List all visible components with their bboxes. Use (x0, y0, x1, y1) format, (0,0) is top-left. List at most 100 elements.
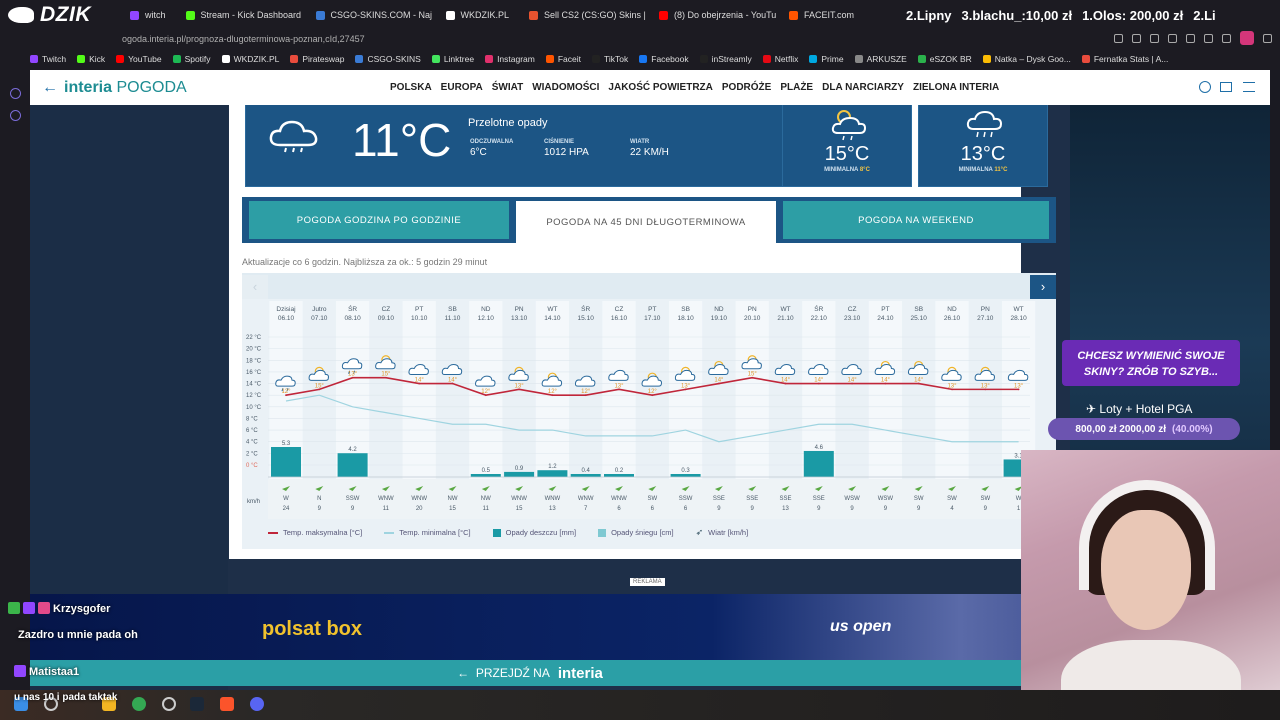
address-bar[interactable]: ogoda.interia.pl/prognoza-dlugoterminowa… (0, 30, 1280, 48)
bookmark-item[interactable]: YouTube (116, 54, 162, 64)
feels-like-value: 6°C (470, 147, 487, 158)
date-label: 17.10 (644, 315, 661, 322)
date-label: 08.10 (344, 315, 361, 322)
chart-header-strip (242, 273, 1056, 299)
forecast-card-1[interactable]: 15°C MINIMALNA 8°C (782, 105, 912, 187)
settings-icon[interactable] (10, 110, 21, 121)
wind-speed: 13 (782, 506, 789, 512)
bookmark-item[interactable]: eSZOK BR (917, 54, 972, 64)
bookmark-item[interactable]: Pirateswap (290, 54, 344, 64)
back-arrow-icon[interactable]: ← (42, 79, 62, 97)
date-label: 24.10 (877, 315, 894, 322)
y-tick-label: 18 °C (246, 358, 262, 364)
max-temp-label: 13° (1014, 383, 1024, 389)
bookmark-item[interactable]: inStreamly (699, 54, 752, 64)
wind-direction: SW (947, 496, 957, 502)
bookmark-item[interactable]: Natka – Dysk Goo... (982, 54, 1071, 64)
legend-label: Temp. minimalna [°C] (399, 528, 471, 537)
nav-link[interactable]: POLSKA (390, 82, 432, 93)
rain-bar (803, 450, 834, 477)
sun-cloud-icon (907, 364, 929, 376)
bookmark-icon[interactable] (1132, 33, 1141, 43)
tab-45-days[interactable]: POGODA NA 45 DNI DŁUGOTERMINOWA (516, 201, 776, 243)
profile-icon[interactable] (1240, 31, 1254, 45)
chat-user-1: Krzysgofer (8, 602, 110, 615)
nav-link[interactable]: JAKOŚĆ POWIETRZA (608, 82, 712, 93)
dzik-logo: DZIK (0, 0, 120, 30)
bookmark-label: Linktree (443, 54, 475, 64)
puzzle-icon[interactable] (1222, 33, 1231, 43)
nav-link[interactable]: PLAŻE (780, 82, 813, 93)
browser-tab[interactable]: witch (120, 0, 176, 30)
discord-icon[interactable] (250, 697, 264, 711)
browser-tab[interactable]: Sell CS2 (CS:GO) Skins | (519, 0, 649, 30)
history-icon[interactable] (10, 88, 21, 99)
bookmark-item[interactable]: Prime (809, 54, 844, 64)
wind-direction: SSE (779, 496, 791, 502)
browser-tab[interactable]: FACEIT.com (779, 0, 864, 30)
bookmark-item[interactable]: Faceit (545, 54, 581, 64)
cloud-icon (574, 375, 596, 387)
reader-icon[interactable] (1114, 33, 1123, 43)
max-temp-label: 14° (814, 378, 824, 384)
legend-item: ➶ Wiatr [km/h] (696, 527, 749, 538)
wind-direction: WNW (511, 496, 527, 502)
tab-hourly[interactable]: POGODA GODZINA PO GODZINIE (249, 201, 509, 239)
browser-tab[interactable]: Stream - Kick Dashboard (176, 0, 306, 30)
bookmark-item[interactable]: Linktree (431, 54, 475, 64)
bookmark-favicon-icon (762, 55, 771, 63)
max-temp-label: 12° (548, 389, 558, 395)
nav-link[interactable]: ŚWIAT (492, 82, 523, 93)
bookmark-item[interactable]: Twitch (30, 54, 66, 64)
bookmark-item[interactable]: Facebook (639, 54, 689, 64)
bookmark-item[interactable]: Instagram (485, 54, 535, 64)
tab-weekend[interactable]: POGODA NA WEEKEND (783, 201, 1049, 239)
day-label: CZ (382, 306, 391, 313)
play-icon[interactable] (1168, 33, 1177, 43)
menu-icon[interactable] (1263, 33, 1272, 43)
rain-bar (670, 474, 701, 477)
wind-speed: 24 (283, 506, 290, 512)
nav-link[interactable]: DLA NARCIARZY (822, 82, 904, 93)
wind-label: WIATR (630, 139, 650, 145)
browser-tab[interactable]: WKDZIK.PL (436, 0, 520, 30)
bookmark-item[interactable]: Kick (77, 54, 105, 64)
heart-icon[interactable] (1186, 33, 1195, 43)
max-temp-label: 15° (381, 372, 391, 378)
interia-pogoda-logo[interactable]: interia POGODA (64, 79, 187, 97)
legend-swatch: ➶ (695, 527, 704, 537)
extension-icon[interactable] (1150, 33, 1159, 43)
bookmark-item[interactable]: TikTok (592, 54, 628, 64)
search-icon[interactable] (1199, 81, 1211, 93)
ticker-entry: 2.Li (1193, 7, 1216, 23)
go-to-interia-bar[interactable]: ← PRZEJDŹ NA interia (30, 660, 1030, 686)
max-temp-label: 14° (881, 378, 891, 384)
chat-user-2: Matistaa1 (14, 665, 79, 678)
obs-icon[interactable] (162, 697, 176, 711)
chrome-icon[interactable] (132, 697, 146, 711)
browser-tab[interactable]: (8) Do obejrzenia - YouTu (649, 0, 779, 30)
bookmark-item[interactable]: Fernatka Stats | A... (1081, 54, 1168, 64)
wind-speed: 11 (383, 506, 390, 512)
brave-icon[interactable] (220, 697, 234, 711)
forecast-card-2[interactable]: 13°C MINIMALNA 11°C (918, 105, 1048, 187)
nav-link[interactable]: ZIELONA INTERIA (913, 82, 999, 93)
share-icon[interactable] (1204, 33, 1213, 43)
hamburger-menu-icon[interactable] (1243, 82, 1255, 92)
nav-link[interactable]: EUROPA (441, 82, 483, 93)
bookmark-item[interactable]: WKDZIK.PL (221, 54, 279, 64)
nav-link[interactable]: PODRÓŻE (722, 82, 771, 93)
steam-icon[interactable] (190, 697, 204, 711)
mail-icon[interactable] (1220, 82, 1232, 92)
nav-link[interactable]: WIADOMOŚCI (532, 82, 599, 93)
wind-direction: WNW (545, 496, 561, 502)
legend-item: Opady śniegu [cm] (598, 528, 674, 537)
bookmark-item[interactable]: CSGO-SKINS (355, 54, 421, 64)
bookmark-item[interactable]: ARKUSZE (854, 54, 907, 64)
url-text[interactable]: ogoda.interia.pl/prognoza-dlugoterminowa… (122, 34, 365, 44)
wind-direction: WNW (578, 496, 594, 502)
sun-rain-cloud-icon (831, 110, 867, 141)
bookmark-item[interactable]: Spotify (172, 54, 211, 64)
bookmark-item[interactable]: Netflix (762, 54, 798, 64)
browser-tab[interactable]: CSGO-SKINS.COM - Naj (306, 0, 436, 30)
